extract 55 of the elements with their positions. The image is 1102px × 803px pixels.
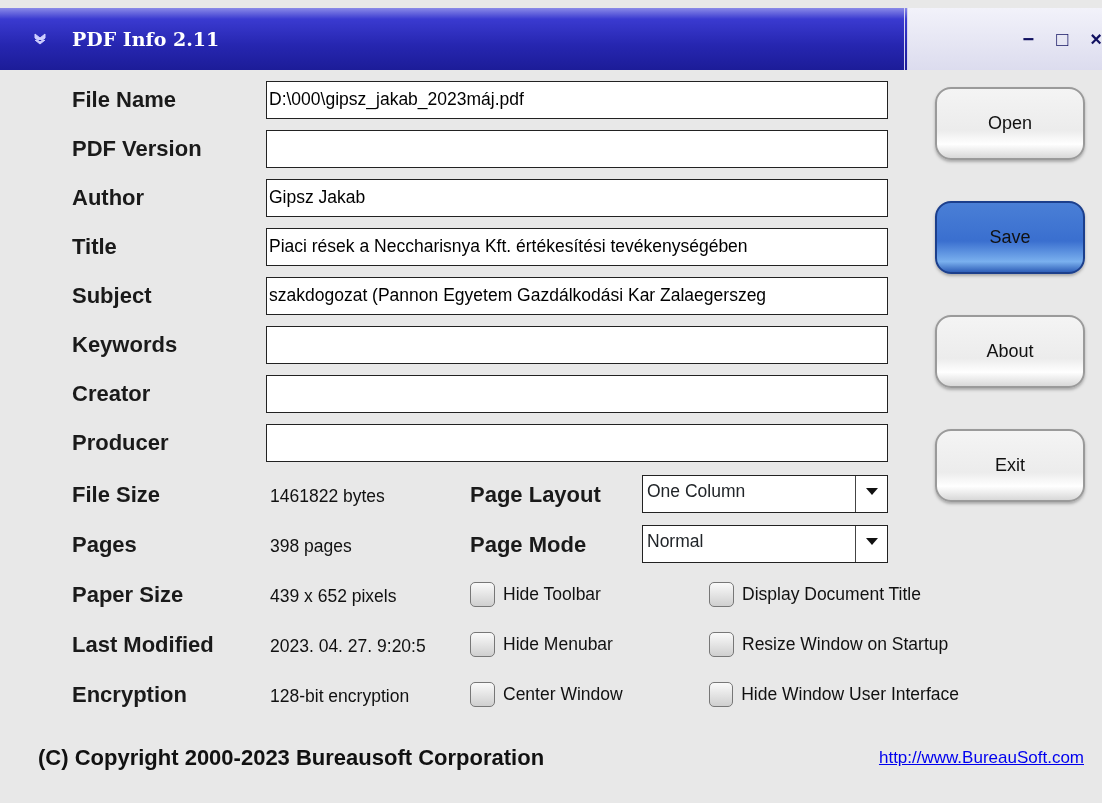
field-label: Title <box>72 233 118 261</box>
field-label: File Name <box>72 86 177 114</box>
field-label: Author <box>72 184 146 212</box>
info-value: 398 pages <box>270 534 352 558</box>
maximize-button[interactable]: □ <box>1056 29 1069 49</box>
push-button[interactable]: About <box>935 315 1085 388</box>
text-field[interactable]: D:\000\gipsz_jakab_2023máj.pdf <box>266 80 888 119</box>
checkbox[interactable] <box>709 631 734 657</box>
dropdown[interactable]: One Column <box>642 475 888 513</box>
checkbox[interactable] <box>470 681 495 707</box>
text-field[interactable]: Piaci rések a Neccharisnya Kft. értékesítési tevékenységében <box>266 227 888 266</box>
field-label: Keywords <box>72 331 179 359</box>
field-label: Subject <box>72 282 153 310</box>
checkbox-option[interactable]: Center Window <box>470 669 709 719</box>
push-button[interactable]: Save <box>935 201 1085 274</box>
info-label: Encryption <box>72 680 188 709</box>
website-link[interactable]: http://www.BureauSoft.com <box>878 744 1084 771</box>
info-label: Last Modified <box>72 630 215 659</box>
checkbox[interactable] <box>709 681 734 707</box>
info-label: File Size <box>72 480 162 509</box>
text-field[interactable] <box>266 129 888 168</box>
info-value: 2023. 04. 27. 9:20:5 <box>270 634 426 658</box>
copyright-text: (C) Copyright 2000-2023 Bureausoft Corporation <box>38 744 545 772</box>
checkbox[interactable] <box>470 631 495 657</box>
text-field[interactable] <box>266 423 888 462</box>
minimize-button[interactable]: − <box>1022 29 1035 49</box>
dropdown-label: Page Mode <box>470 530 588 559</box>
info-value: 128-bit encryption <box>270 684 410 708</box>
info-value: 1461822 bytes <box>270 484 385 508</box>
text-field[interactable] <box>266 325 888 364</box>
info-label: Pages <box>72 530 138 559</box>
checkbox-option[interactable]: Display Document Title <box>709 569 959 619</box>
dropdown-label: Page Layout <box>470 480 602 509</box>
info-label: Paper Size <box>72 580 185 609</box>
field-label: PDF Version <box>72 135 203 163</box>
checkbox-option[interactable]: Hide Toolbar <box>470 569 709 619</box>
window-menu-icon[interactable] <box>34 33 46 45</box>
checkbox-option[interactable]: Hide Menubar <box>470 619 709 669</box>
text-field[interactable]: szakdogozat (Pannon Egyetem Gazdálkodási Kar Zalaegerszeg <box>266 276 888 315</box>
text-field[interactable]: Gipsz Jakab <box>266 178 888 217</box>
info-value: 439 x 652 pixels <box>270 584 397 608</box>
field-label: Creator <box>72 380 152 408</box>
field-label: Producer <box>72 429 170 457</box>
push-button[interactable]: Exit <box>935 429 1085 502</box>
close-button[interactable]: × <box>1090 29 1102 49</box>
checkbox-option[interactable]: Resize Window on Startup <box>709 619 959 669</box>
window-title: PDF Info 2.11 <box>72 26 220 52</box>
checkbox[interactable] <box>470 581 495 607</box>
dropdown[interactable]: Normal <box>642 525 888 563</box>
checkbox-option[interactable]: Hide Window User Interface <box>709 669 959 719</box>
dropdown-arrow-icon[interactable] <box>865 488 878 495</box>
dropdown-arrow-icon[interactable] <box>865 538 878 545</box>
checkbox[interactable] <box>709 581 734 607</box>
push-button[interactable]: Open <box>935 87 1085 160</box>
text-field[interactable] <box>266 374 888 413</box>
